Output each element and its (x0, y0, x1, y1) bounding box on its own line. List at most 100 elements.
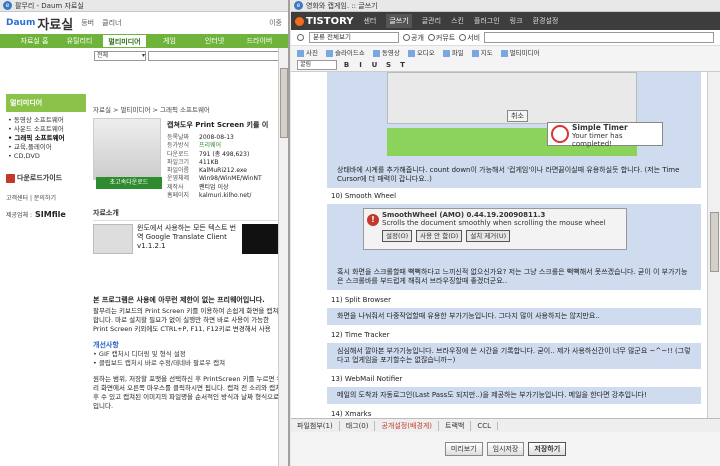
breadcrumb: 자료실 > 멀티미디어 > 그래픽 소프트웨어 (93, 106, 210, 114)
webmail-caption: 메일의 도착과 자동로그인(Last Pass도 되지만..)을 제공하는 부가… (327, 387, 701, 404)
freeware-notice: 본 프로그램은 사용에 아무런 제한이 없는 프리웨어입니다. (93, 296, 265, 304)
search-row: 전체 ▾ (0, 48, 288, 62)
sidebar-item-graphic[interactable]: • 그래픽 소프트웨어 (8, 134, 84, 143)
daum-logo[interactable]: Daum 자료실 (6, 14, 73, 33)
draft-button[interactable]: 임시저장 (486, 442, 525, 456)
tab-tags[interactable]: 태그(0) (340, 420, 376, 431)
bold-button[interactable]: B (342, 61, 351, 69)
sidebar-item-label: CD,DVD (13, 152, 40, 160)
description-text: 팔무리는 키보드의 Print Screen 키를 이용하여 손쉽게 화면을 캡… (93, 307, 279, 333)
tab-utility[interactable]: 유틸리티 (57, 34, 102, 48)
spec-value: 791 (총 498,623) (199, 150, 250, 158)
scroll-thumb[interactable] (280, 68, 288, 138)
sponsor-logo[interactable]: SIMfile (35, 210, 66, 219)
tab-driver[interactable]: 드라이버 (237, 34, 282, 48)
nav-plugin[interactable]: 플러그인 (474, 16, 500, 26)
fast-download-button[interactable]: 초고속다운로드 (96, 177, 162, 189)
top-link[interactable]: 등버 (81, 18, 94, 28)
product-info: 캡쳐도우 Print Screen 키를 이 등록날짜 2008-08-13 등가… (161, 118, 278, 200)
category-select[interactable]: 분류 전체보기 (309, 32, 399, 43)
sidebar-title: 멀티미디어 (6, 94, 86, 112)
tab-attachments[interactable]: 파일첨부(1) (291, 420, 340, 431)
header-right-link[interactable]: 이중 (269, 18, 282, 28)
heading-14: 14) Xmarks (331, 410, 372, 418)
tab-internet[interactable]: 인터넷 (192, 34, 237, 48)
sidebar-item-sound[interactable]: • 사운드 소프트웨어 (8, 125, 84, 134)
radio-icon (403, 34, 410, 41)
visibility-service[interactable]: 서비 (459, 33, 480, 43)
nav-manage[interactable]: 글관리 (422, 16, 441, 26)
tistory-logo-text: TISTORY (306, 15, 354, 27)
left-scrollbar[interactable] (278, 48, 288, 466)
addon-options-button: 설정(O) (382, 230, 413, 242)
tistory-logo[interactable]: TISTORY (295, 16, 353, 27)
insert-file[interactable]: 파일 (443, 47, 464, 57)
list-item: • 클립보드 캡처시 바로 수정/데네바 팔로우 캡쳐 (93, 358, 226, 367)
save-button[interactable]: 저장하기 (528, 442, 567, 456)
insert-map[interactable]: 지도 (472, 47, 493, 57)
font-select[interactable]: 굴림 (297, 59, 337, 70)
spec-value: 프리웨어 (199, 142, 222, 150)
nav-center[interactable]: 센터 (363, 16, 376, 26)
daum-logo-brand: Daum (6, 18, 36, 28)
tab-trackback[interactable]: 트랙백 (439, 420, 472, 431)
title-input[interactable] (484, 32, 714, 43)
visibility-public[interactable]: 공개 (403, 33, 424, 43)
sponsor-label: 제공업체 : (6, 212, 33, 219)
tab-multimedia[interactable]: 멀티미디어 (102, 34, 147, 48)
insert-multimedia[interactable]: 멀티미디어 (501, 47, 540, 57)
nav-skin[interactable]: 스킨 (451, 16, 464, 26)
tab-game[interactable]: 게임 (147, 34, 192, 48)
sidebar-item-label: 사운드 소프트웨어 (13, 125, 64, 133)
italic-button[interactable]: I (356, 61, 365, 69)
top-link[interactable]: 클리너 (102, 18, 121, 28)
homepage-link[interactable]: kalmuri.kilho.net/ (199, 192, 278, 200)
visibility-community[interactable]: 커뮤트 (427, 33, 455, 43)
sidebar-item-cddvd[interactable]: • CD,DVD (8, 152, 84, 161)
post-options-row: 분류 전체보기 공개 커뮤트 서비 (291, 30, 720, 45)
addon-disable-button: 사용 안 함(D) (416, 230, 463, 242)
underline-button[interactable]: U (370, 61, 379, 69)
post-editor[interactable]: 취소 Simple Timer Your timer has completed… (291, 72, 707, 418)
strike-button[interactable]: S (384, 61, 393, 69)
search-scope-select[interactable]: 전체 ▾ (94, 50, 146, 61)
related-title: 윈도에서 사용하는 모든 텍스트 번역 Google Translate Cli… (137, 224, 237, 250)
insert-photo[interactable]: 사진 (297, 47, 318, 57)
smoothwheel-dialog: ! SmoothWheel (AMO) 0.44.19.20090811.3 S… (363, 208, 627, 250)
tab-ccl[interactable]: CCL (471, 421, 499, 430)
time-tracker-caption: 심심해서 깔아본 부가기능입니다. 브라우징에 쓴 시간을 기록합니다. 굳이.… (327, 343, 701, 369)
sidebar-item-education[interactable]: • 교육,플레이어 (8, 143, 84, 152)
related-app[interactable]: 윈도에서 사용하는 모든 텍스트 번역 Google Translate Cli… (93, 221, 278, 269)
download-guide-link[interactable]: 다운로드가이드 (6, 173, 86, 183)
nav-link[interactable]: 링크 (510, 16, 523, 26)
addon-remove-button: 설치 제거(U) (466, 230, 511, 242)
support-links[interactable]: 고객센터 | 문의하기 (6, 193, 86, 202)
smoothwheel-buttons: 설정(O) 사용 안 함(D) 설치 제거(U) (382, 230, 624, 242)
insert-audio[interactable]: 오디오 (408, 47, 435, 57)
product-thumbnail: 초고속다운로드 (93, 118, 162, 189)
radio-icon[interactable] (297, 34, 304, 41)
search-input[interactable] (148, 50, 284, 61)
scroll-thumb[interactable] (710, 212, 719, 272)
spec-key: 다운로드 (167, 150, 190, 158)
insert-slideshow[interactable]: 슬라이드쇼 (326, 47, 365, 57)
nav-settings[interactable]: 환경설정 (533, 16, 559, 26)
improvements-list: • GIF 캡처시 디더링 및 형식 설정 • 클립보드 캡처시 바로 수정/데… (93, 350, 283, 367)
heading-10: 10) Smooth Wheel (331, 192, 397, 200)
timer-popup-message: Your timer has completed! (572, 132, 623, 148)
text-color-button[interactable]: T (398, 61, 407, 69)
preview-button[interactable]: 미리보기 (444, 442, 483, 456)
download-guide-label: 다운로드가이드 (17, 174, 63, 182)
sponsor: 제공업체 : SIMfile (6, 210, 86, 219)
insert-video[interactable]: 동영상 (373, 47, 400, 57)
tab-visibility[interactable]: 공개설정(배경게) (375, 420, 440, 431)
heading-13: 13) WebMail Notifier (331, 375, 403, 383)
nav-write[interactable]: 글쓰기 (386, 14, 412, 28)
format-toolbar: 굴림 B I U S T (291, 58, 720, 72)
improvements: 개선사항 • GIF 캡처시 디더링 및 형식 설정 • 클립보드 캡처시 바로… (93, 340, 283, 367)
editor-scrollbar[interactable] (707, 72, 720, 418)
tab-home[interactable]: 자료실 홈 (12, 34, 57, 48)
ie-icon: e (3, 1, 12, 10)
sidebar-item-video[interactable]: • 동영상 소프트웨어 (8, 116, 84, 125)
tistory-window: e 영화와 캡게임. :: 글쓰기 TISTORY 센터 글쓰기 글관리 스킨 … (291, 0, 720, 466)
